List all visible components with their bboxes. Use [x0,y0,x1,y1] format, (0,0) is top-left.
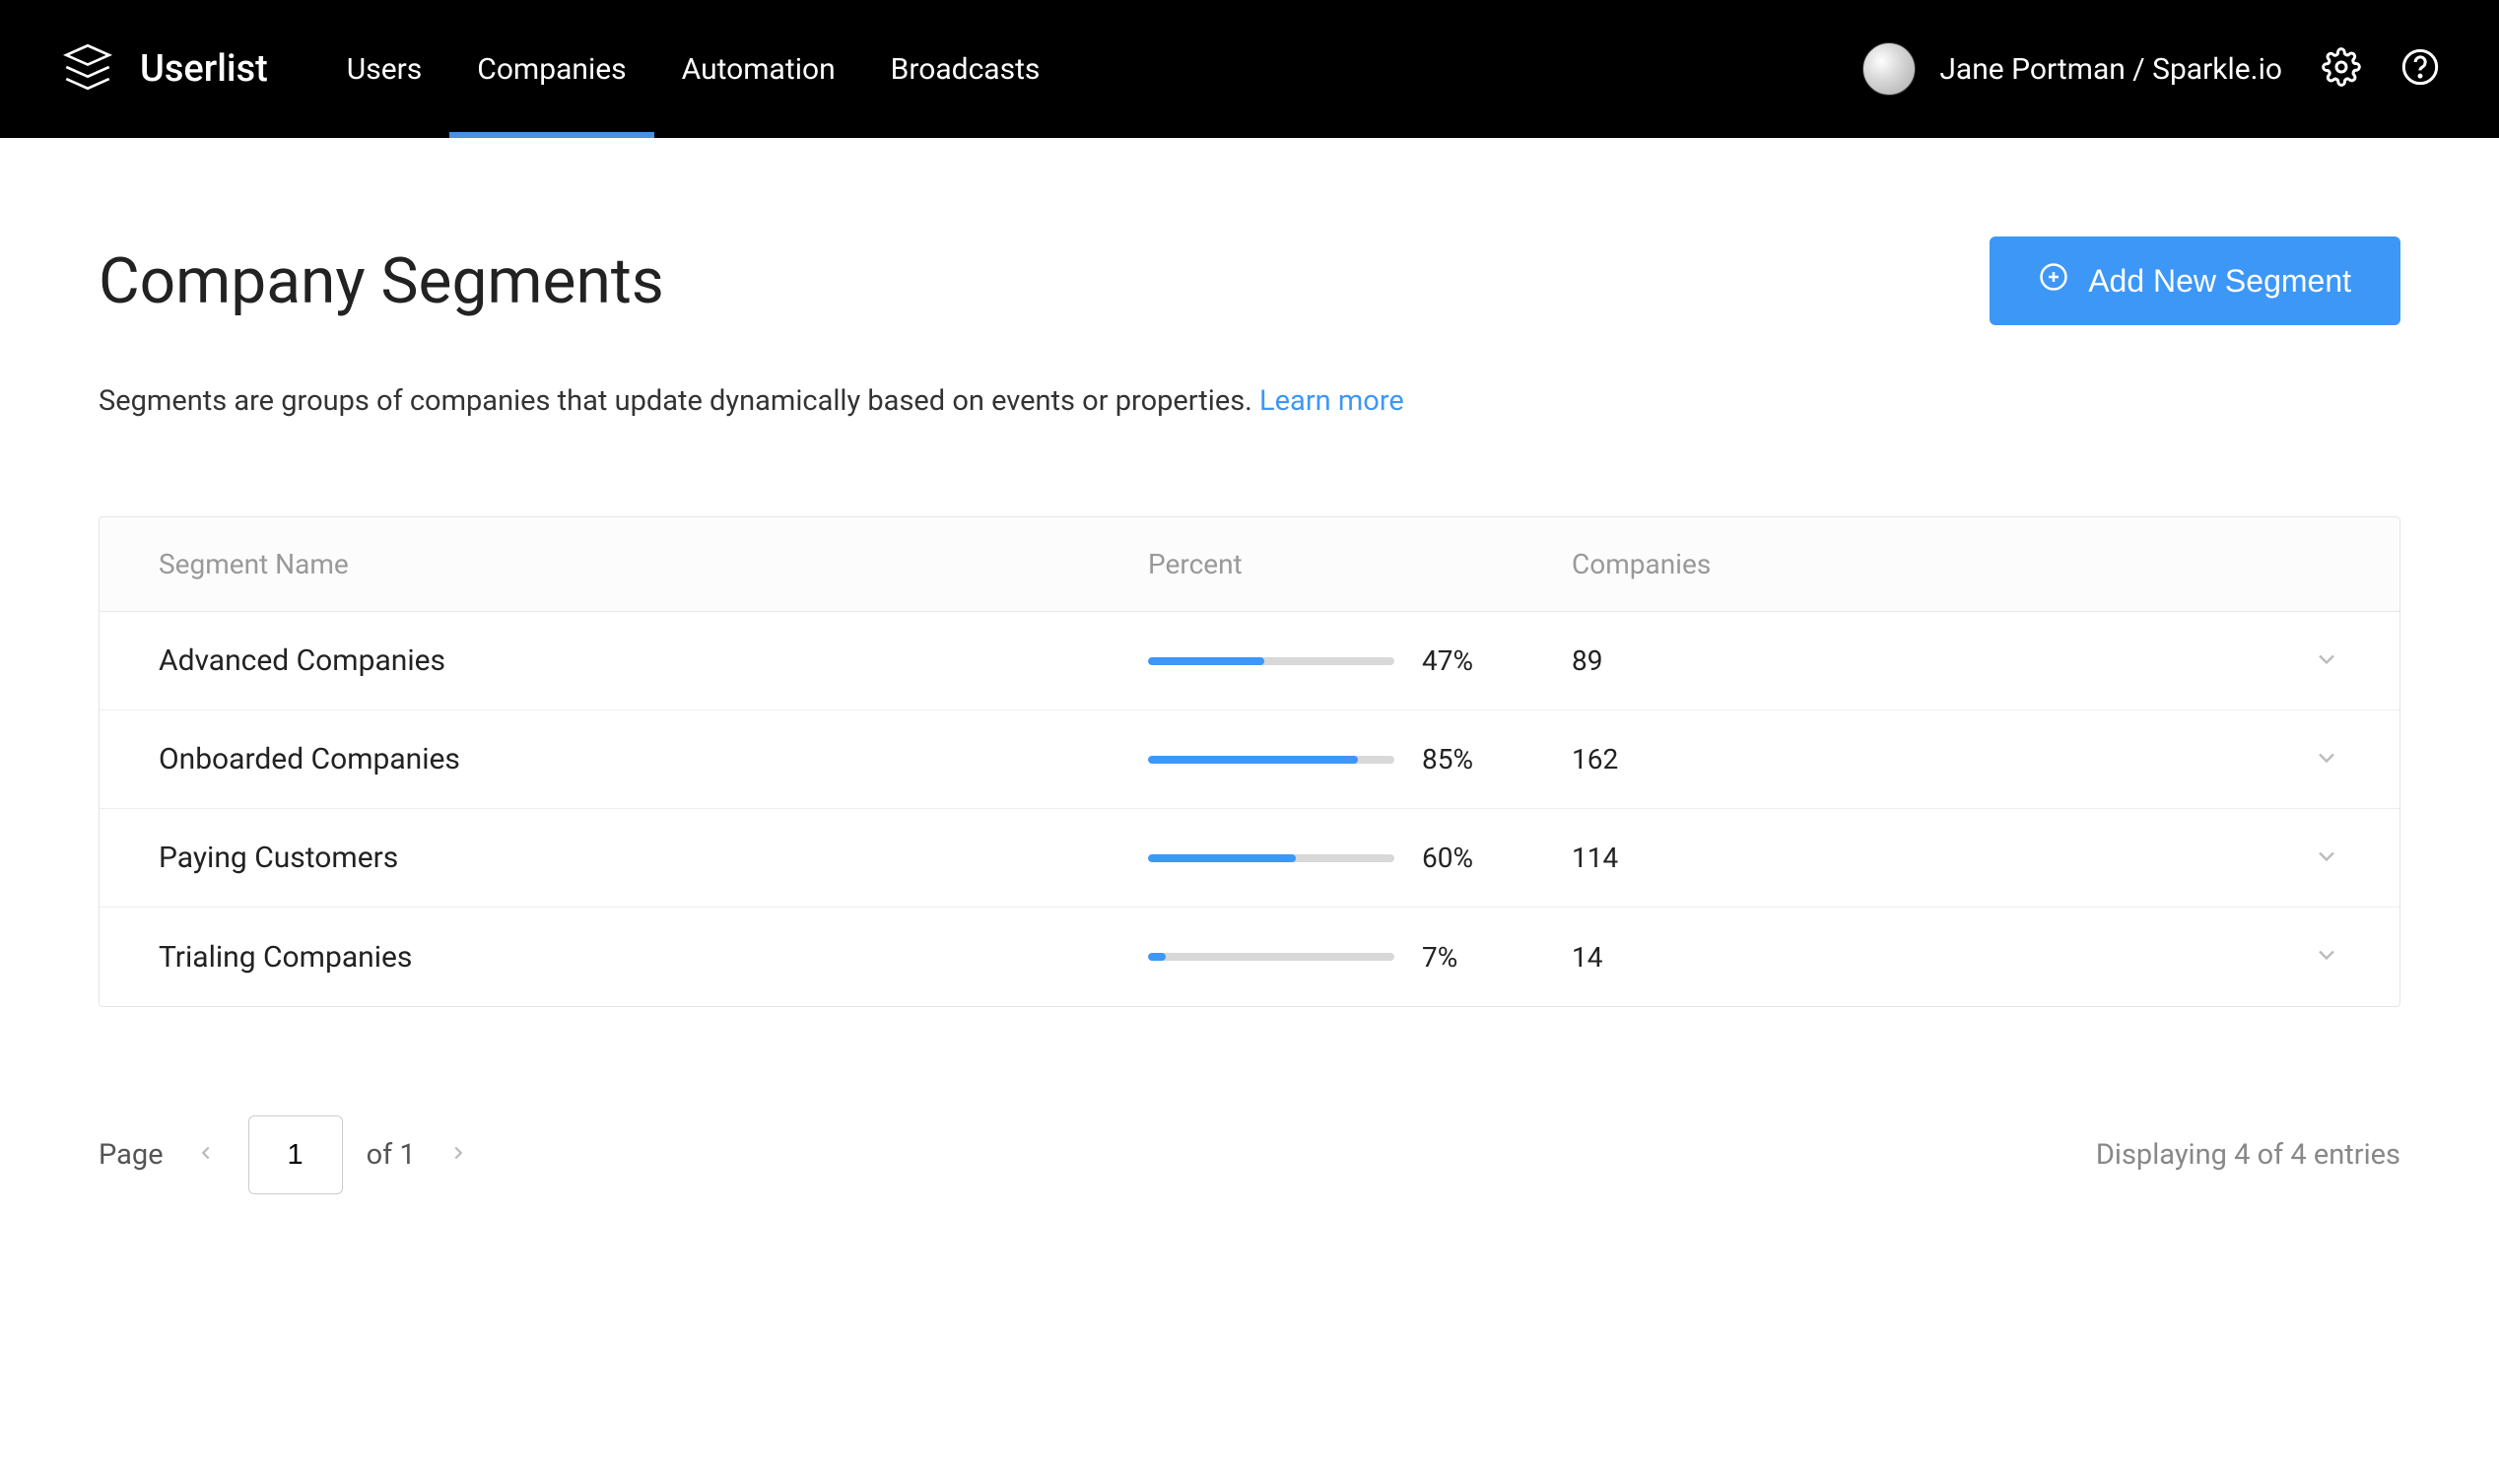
table-row[interactable]: Onboarded Companies 85% 162 [100,710,2399,809]
nav-label: Broadcasts [891,52,1041,87]
progress-track [1148,854,1394,862]
segments-table: Segment Name Percent Companies Advanced … [99,516,2400,1007]
settings-button[interactable] [2322,47,2361,91]
logo-icon [59,38,116,100]
topbar: Userlist Users Companies Automation Broa… [0,0,2499,138]
chevron-down-icon [2313,843,2340,874]
chevron-down-icon [2313,645,2340,677]
segment-percent: 47% [1148,644,1572,677]
table-row[interactable]: Advanced Companies 47% 89 [100,612,2399,710]
plus-circle-icon [2039,262,2068,300]
page-of-label: of 1 [367,1138,416,1172]
nav-item-users[interactable]: Users [347,0,423,138]
segment-name: Trialing Companies [159,940,1148,975]
user-menu[interactable]: Jane Portman / Sparkle.io [1862,42,2282,96]
col-name: Segment Name [159,548,1148,580]
page-prev[interactable] [187,1130,225,1180]
segment-companies: 89 [1572,644,2262,677]
content: Company Segments Add New Segment Segment… [0,138,2499,1253]
col-companies: Companies [1572,548,2262,580]
nav-label: Users [347,52,423,87]
percent-text: 7% [1422,941,1457,974]
help-button[interactable] [2400,47,2440,91]
nav-label: Automation [682,52,836,87]
percent-text: 85% [1422,743,1473,776]
segment-name: Paying Customers [159,841,1148,875]
segment-percent: 60% [1148,842,1572,874]
user-display: Jane Portman / Sparkle.io [1939,52,2282,87]
table-row[interactable]: Trialing Companies 7% 14 [100,908,2399,1006]
nav-item-automation[interactable]: Automation [682,0,836,138]
brand[interactable]: Userlist [59,38,268,100]
row-expand[interactable] [2262,645,2340,677]
page-title: Company Segments [99,244,664,318]
add-segment-button[interactable]: Add New Segment [1990,236,2400,325]
segment-companies: 162 [1572,743,2262,776]
segment-companies: 114 [1572,842,2262,874]
description-text: Segments are groups of companies that up… [99,384,1252,418]
row-expand[interactable] [2262,744,2340,776]
chevron-down-icon [2313,744,2340,776]
page-description: Segments are groups of companies that up… [99,384,2400,418]
gear-icon [2322,47,2361,91]
nav-item-broadcasts[interactable]: Broadcasts [891,0,1041,138]
pagination-left: Page of 1 [99,1115,477,1194]
table-header: Segment Name Percent Companies [100,517,2399,612]
percent-text: 47% [1422,644,1473,677]
progress-track [1148,953,1394,961]
percent-text: 60% [1422,842,1473,874]
col-percent: Percent [1148,548,1572,580]
chevron-left-icon [195,1138,217,1172]
segment-name: Onboarded Companies [159,742,1148,776]
progress-fill [1148,854,1296,862]
row-expand[interactable] [2262,843,2340,874]
segment-companies: 14 [1572,941,2262,974]
row-expand[interactable] [2262,941,2340,973]
progress-fill [1148,657,1264,665]
progress-track [1148,657,1394,665]
progress-fill [1148,953,1166,961]
chevron-right-icon [447,1138,469,1172]
table-row[interactable]: Paying Customers 60% 114 [100,809,2399,908]
avatar [1862,42,1916,96]
pagination: Page of 1 Displaying 4 of 4 entries [99,1115,2400,1194]
progress-fill [1148,756,1358,764]
page-next[interactable] [439,1130,477,1180]
segment-percent: 85% [1148,743,1572,776]
nav-item-companies[interactable]: Companies [477,0,626,138]
progress-track [1148,756,1394,764]
page-input[interactable] [248,1115,343,1194]
header-row: Company Segments Add New Segment [99,236,2400,325]
brand-name: Userlist [140,47,268,91]
nav-links: Users Companies Automation Broadcasts [347,0,1041,138]
nav-label: Companies [477,52,626,87]
segment-name: Advanced Companies [159,643,1148,678]
learn-more-link[interactable]: Learn more [1259,384,1404,418]
segment-percent: 7% [1148,941,1572,974]
chevron-down-icon [2313,941,2340,973]
page-label: Page [99,1138,164,1172]
help-icon [2400,47,2440,91]
topbar-right: Jane Portman / Sparkle.io [1862,42,2440,96]
displaying-text: Displaying 4 of 4 entries [2096,1138,2400,1172]
add-segment-label: Add New Segment [2088,263,2351,300]
